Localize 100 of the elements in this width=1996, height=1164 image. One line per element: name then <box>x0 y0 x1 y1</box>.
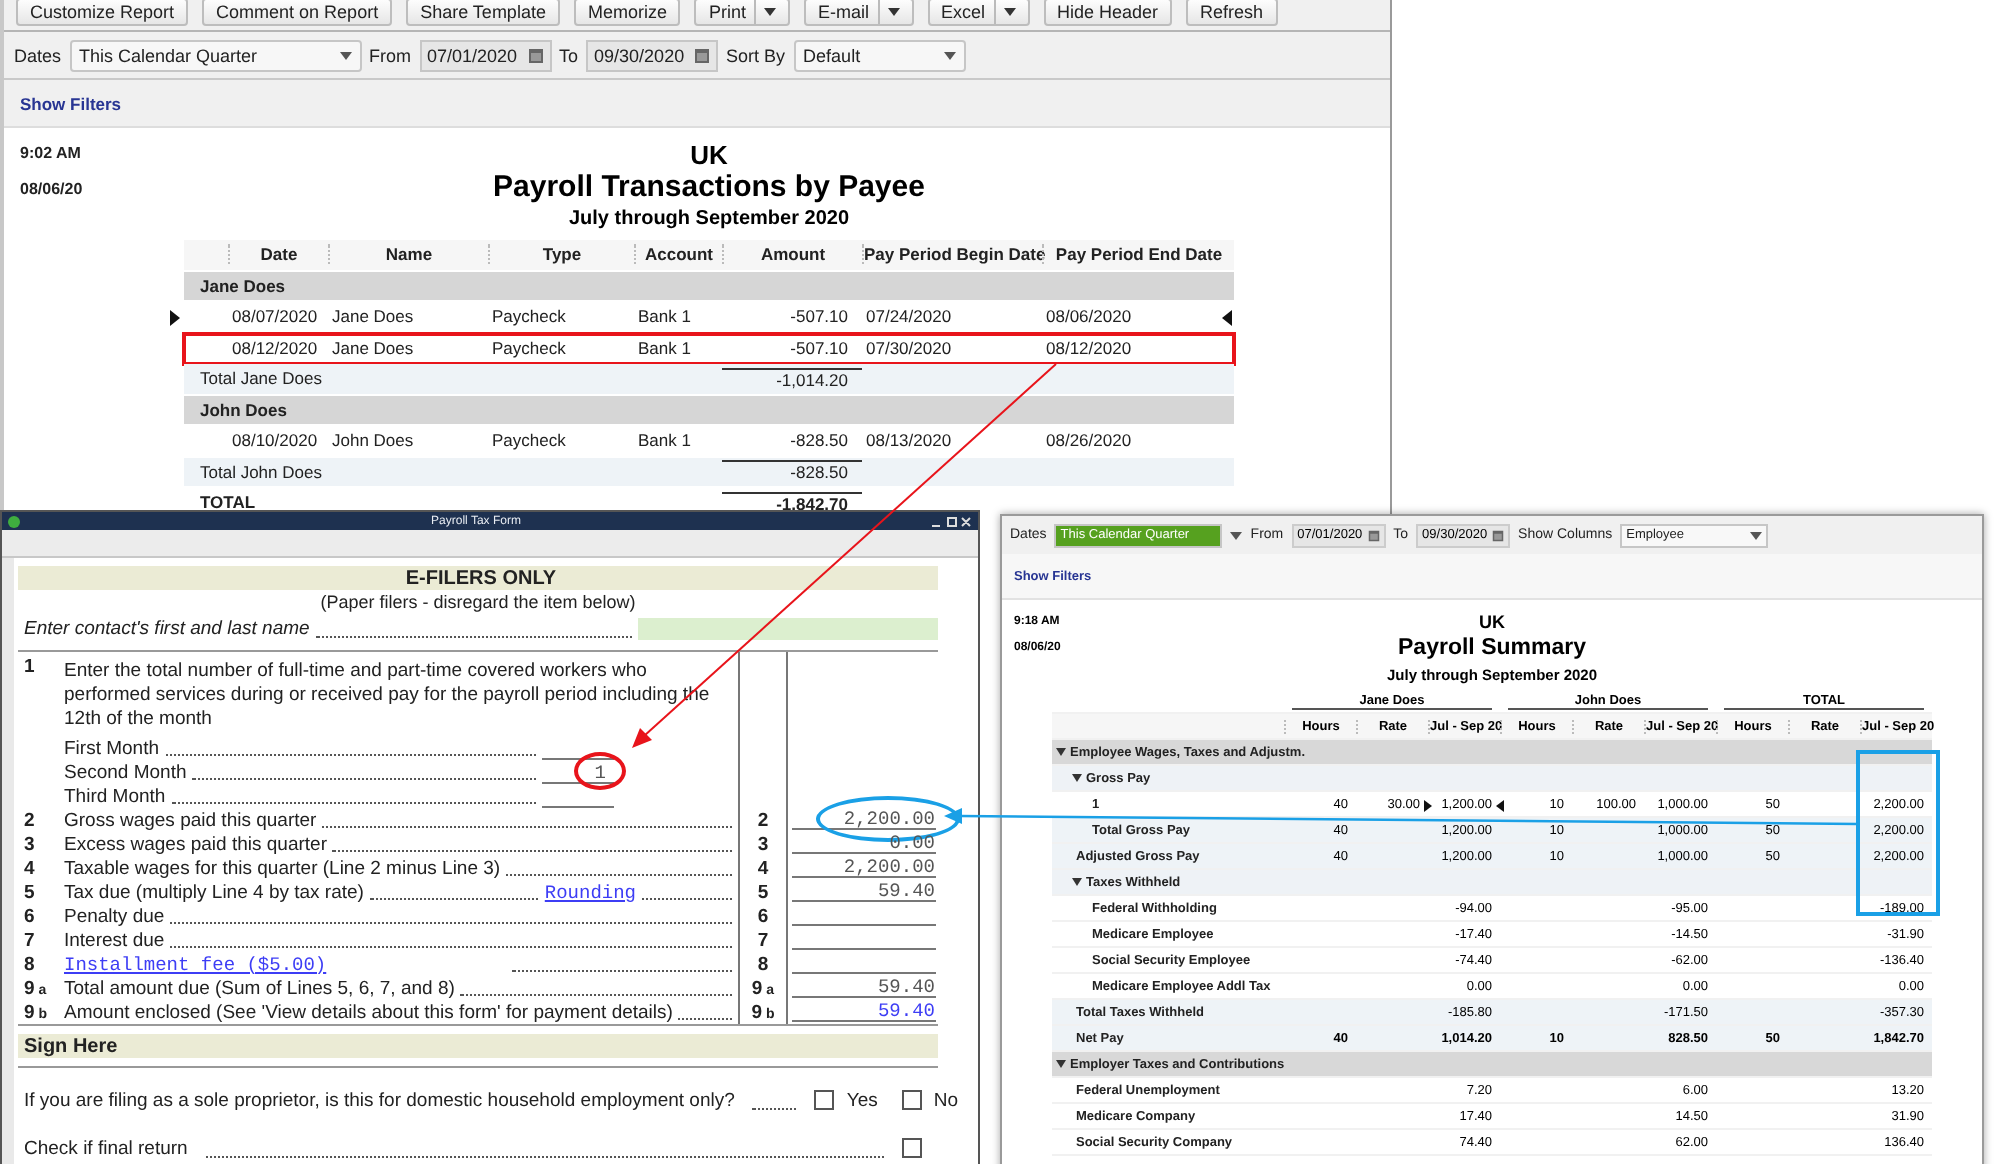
caret-icon <box>1230 531 1243 539</box>
table-cell-text: 07/24/2020 <box>864 306 954 327</box>
line-number: 5 <box>22 881 37 903</box>
line-text: Interest due <box>64 929 165 951</box>
line-number: 7 <box>22 929 37 951</box>
table-cell-text: -507.10 <box>788 337 850 358</box>
table-cell-text: John Does <box>330 430 416 451</box>
section-title: Sign Here <box>24 1035 118 1057</box>
form-note: (Paper filers - disregard the item below) <box>318 590 638 616</box>
amount-field[interactable]: 59.40 <box>791 976 935 998</box>
toolbar-button[interactable]: Customize Report <box>16 0 189 26</box>
line-reference: 2 <box>757 809 769 831</box>
window-controls-icon[interactable] <box>932 515 972 527</box>
section-title: E-FILERS ONLY <box>405 567 557 589</box>
toolbar-button[interactable]: Hide Header <box>1043 0 1173 26</box>
column-header[interactable]: Date <box>228 244 328 265</box>
table-cell-text: Paycheck <box>490 306 568 327</box>
line-reference: 4 <box>757 857 769 879</box>
month-field[interactable]: 1 <box>542 761 614 783</box>
column-header[interactable]: Amount <box>722 244 862 265</box>
company-name: UK <box>690 140 728 170</box>
amount-field[interactable]: 59.40 <box>791 1000 935 1022</box>
report-date: 08/06/20 <box>20 180 85 198</box>
calendar-icon <box>1367 529 1380 541</box>
collapse-icon[interactable] <box>1056 1059 1066 1069</box>
line-number: 8 <box>22 953 37 975</box>
show-filters-link[interactable]: Show Filters <box>20 93 122 113</box>
checkbox[interactable] <box>814 1090 835 1110</box>
table-cell-text: Jane Does <box>330 306 416 327</box>
column-header[interactable]: Pay Period End Date <box>1042 244 1234 265</box>
table-cell-text: -507.10 <box>788 306 850 327</box>
table-cell-text: 08/13/2020 <box>864 430 954 451</box>
total-label: Total Jane Does <box>198 368 324 389</box>
app-icon <box>8 515 20 527</box>
toolbar-button[interactable]: Refresh <box>1186 0 1278 26</box>
line-text: Gross wages paid this quarter <box>64 809 317 831</box>
table-cell-text: Bank 1 <box>636 306 693 327</box>
toolbar-button[interactable]: E-mail <box>803 0 913 26</box>
table-cell-text: 08/07/2020 <box>230 306 320 327</box>
month-label: Third Month <box>64 785 166 807</box>
month-label: First Month <box>64 737 160 759</box>
table-cell-text: 08/12/2020 <box>230 337 320 358</box>
collapse-icon[interactable] <box>1072 773 1082 783</box>
checkbox[interactable] <box>901 1090 922 1110</box>
amount-field[interactable]: 2,200.00 <box>791 808 935 830</box>
line-text: Tax due (multiply Line 4 by tax rate) <box>64 881 364 903</box>
line-number: 3 <box>22 833 37 855</box>
line-reference: 5 <box>757 881 769 903</box>
toolbar-button[interactable]: Print <box>694 0 790 26</box>
sort-by-dropdown[interactable]: Default <box>793 39 966 71</box>
line-number: 6 <box>22 905 37 927</box>
table-cell-text: 08/06/2020 <box>1044 306 1134 327</box>
line-text: Taxable wages for this quarter (Line 2 minus Line 3) <box>64 857 501 879</box>
to-date-field[interactable]: 09/30/2020 <box>586 39 719 71</box>
column-header[interactable]: Account <box>634 244 722 265</box>
amount-field[interactable]: 2,200.00 <box>791 856 935 878</box>
caret-icon <box>1750 531 1763 539</box>
rounding-link[interactable]: Rounding <box>544 881 636 903</box>
total-label: Total John Does <box>198 461 324 482</box>
installment-fee-link[interactable]: Installment fee ($5.00) <box>64 953 327 975</box>
line-reference: 7 <box>757 929 769 951</box>
table-cell-text: 08/26/2020 <box>1044 430 1134 451</box>
sort-by-label: Sort By <box>726 45 786 65</box>
report-title: Payroll Transactions by Payee <box>493 170 925 206</box>
collapse-icon[interactable] <box>1072 877 1082 887</box>
line-text: Excess wages paid this quarter <box>64 833 327 855</box>
highlight-circle <box>574 752 626 790</box>
table-cell-text: Bank 1 <box>636 430 693 451</box>
line-reference: 8 <box>757 953 769 975</box>
line-number: 1 <box>22 656 37 678</box>
contact-label: Enter contact's first and last name <box>22 618 310 640</box>
table-cell-text: Paycheck <box>490 337 568 358</box>
table-cell-text: Paycheck <box>490 430 568 451</box>
column-header[interactable]: Pay Period Begin Date <box>862 244 1042 265</box>
line-number: 2 <box>22 809 37 831</box>
question-text: If you are filing as a sole proprietor, is this for domestic household employment only? <box>24 1089 735 1111</box>
checkbox[interactable] <box>902 1138 922 1158</box>
report-time: 9:02 AM <box>20 144 83 162</box>
group-label: Jane Does <box>198 275 288 296</box>
toolbar-button[interactable]: Comment on Report <box>202 0 393 26</box>
caret-icon <box>943 51 956 59</box>
line-text: Penalty due <box>64 905 165 927</box>
line-text: Amount enclosed (See 'View details about this form' for payment details) <box>64 1001 673 1023</box>
toolbar-button[interactable]: Share Template <box>406 0 560 26</box>
column-header[interactable]: Name <box>328 244 488 265</box>
table-cell-text: 07/30/2020 <box>864 337 954 358</box>
from-date-field[interactable]: 07/01/2020 <box>419 39 552 71</box>
table-cell-text: Jane Does <box>330 337 416 358</box>
amount-field[interactable]: 59.40 <box>791 880 935 902</box>
toolbar-button[interactable]: Memorize <box>573 0 681 26</box>
toolbar-button[interactable]: Excel <box>927 0 1030 26</box>
collapse-icon[interactable] <box>1056 747 1066 757</box>
table-cell-text: -828.50 <box>788 430 850 451</box>
column-header[interactable]: Type <box>488 244 634 265</box>
from-label: From <box>369 45 412 65</box>
caret-icon <box>1003 8 1016 16</box>
table-cell-text: 08/12/2020 <box>1044 337 1134 358</box>
caret-icon <box>887 8 899 16</box>
dates-dropdown[interactable]: This Calendar Quarter <box>69 39 362 71</box>
contact-name-field[interactable] <box>638 618 938 640</box>
